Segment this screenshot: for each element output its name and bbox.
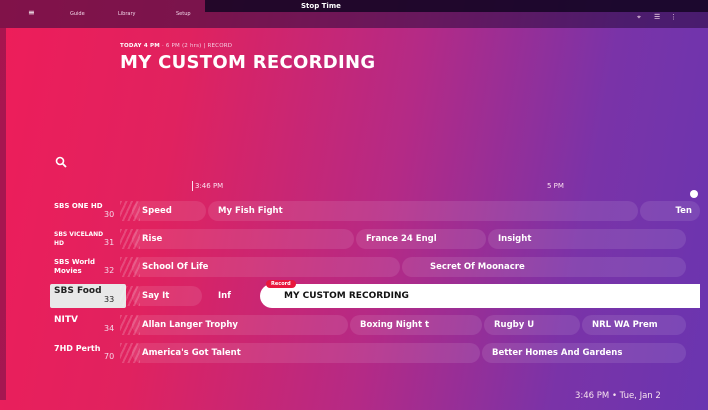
channel-name: SBS ONE HD: [54, 202, 103, 210]
search-icon[interactable]: [55, 153, 67, 172]
nav-setup[interactable]: Setup: [176, 11, 191, 17]
channel-row-selected: SBS Food 33 Say It Inf MY CUSTOM RECORDI…: [40, 280, 700, 308]
channel-logo[interactable]: 7HD Perth 70: [50, 341, 126, 365]
clock-date: 3:46 PM • Tue, Jan 2: [575, 391, 661, 401]
channel-name: NITV: [54, 315, 78, 325]
channel-name: SBS World Movies: [54, 258, 95, 275]
location-icon[interactable]: ⌖: [637, 13, 641, 22]
frame-edge: [0, 28, 6, 400]
stop-time-panel[interactable]: Stop Time: [205, 0, 708, 12]
program-cell[interactable]: Secret Of Moonacre: [402, 257, 686, 277]
program-cell[interactable]: Allan Langer Trophy: [132, 315, 348, 335]
program-cell[interactable]: Ten: [640, 201, 700, 221]
program-cell[interactable]: Say It: [132, 286, 202, 306]
timeline-mark-now: 3:46 PM: [191, 181, 224, 191]
settings-icon[interactable]: ☰: [654, 13, 660, 21]
meta-detail: · 6 PM (2 hrs) | RECORD: [162, 43, 233, 49]
channel-logo[interactable]: SBS Food 33: [50, 284, 126, 308]
program-cell[interactable]: Inf: [208, 286, 258, 306]
program-cell[interactable]: Boxing Night t: [350, 315, 482, 335]
channel-number: 32: [104, 266, 115, 275]
channel-row: NITV 34 Allan Langer Trophy Boxing Night…: [40, 313, 700, 337]
record-badge: Record: [266, 280, 296, 288]
channel-logo[interactable]: SBS ONE HD 30: [50, 199, 126, 223]
channel-name: SBS VICELAND HD: [54, 231, 104, 247]
program-cell[interactable]: Speed: [132, 201, 206, 221]
stop-time-label: Stop Time: [301, 2, 341, 10]
channel-name: 7HD Perth: [54, 344, 101, 353]
channel-logo[interactable]: SBS VICELAND HD 31: [50, 227, 126, 251]
meta-day-time: TODAY 4 PM: [120, 43, 160, 49]
menu-icon[interactable]: ≡: [28, 9, 36, 17]
channel-number: 70: [104, 352, 115, 361]
channel-row: SBS ONE HD 30 Speed My Fish Fight Ten: [40, 199, 700, 223]
channel-number: 33: [104, 295, 115, 304]
channel-logo[interactable]: NITV 34: [50, 313, 126, 337]
channel-logo[interactable]: SBS World Movies 32: [50, 255, 126, 279]
channel-row: SBS World Movies 32 School Of Life Secre…: [40, 255, 700, 279]
recording-title: MY CUSTOM RECORDING: [120, 52, 376, 73]
recording-meta: TODAY 4 PM · 6 PM (2 hrs) | RECORD: [120, 43, 232, 49]
channel-row: 7HD Perth 70 America's Got Talent Better…: [40, 341, 700, 365]
program-cell[interactable]: Insight: [488, 229, 686, 249]
timeline-mark-5pm: 5 PM: [547, 182, 564, 190]
channel-row: SBS VICELAND HD 31 Rise France 24 Engl I…: [40, 227, 700, 251]
nav-guide[interactable]: Guide: [70, 11, 85, 17]
program-cell[interactable]: Better Homes And Gardens: [482, 343, 686, 363]
nav-library[interactable]: Library: [118, 11, 135, 17]
channel-name: SBS Food: [54, 286, 102, 296]
program-cell[interactable]: My Fish Fight: [208, 201, 638, 221]
program-cell[interactable]: NRL WA Prem: [582, 315, 686, 335]
channel-number: 30: [104, 210, 115, 219]
channel-number: 34: [104, 324, 115, 333]
tv-guide-screen: ≡ Guide Library Setup ⌖ ☰ ⋮ Stop Time TO…: [0, 0, 708, 410]
program-cell[interactable]: Rugby U: [484, 315, 580, 335]
channel-number: 31: [104, 238, 115, 247]
custom-recording-cell[interactable]: MY CUSTOM RECORDING: [260, 284, 700, 308]
program-cell[interactable]: France 24 Engl: [356, 229, 486, 249]
scroll-indicator[interactable]: [690, 190, 698, 198]
more-icon[interactable]: ⋮: [670, 13, 677, 21]
program-cell[interactable]: School Of Life: [132, 257, 400, 277]
program-cell[interactable]: Rise: [132, 229, 354, 249]
program-cell[interactable]: America's Got Talent: [132, 343, 480, 363]
